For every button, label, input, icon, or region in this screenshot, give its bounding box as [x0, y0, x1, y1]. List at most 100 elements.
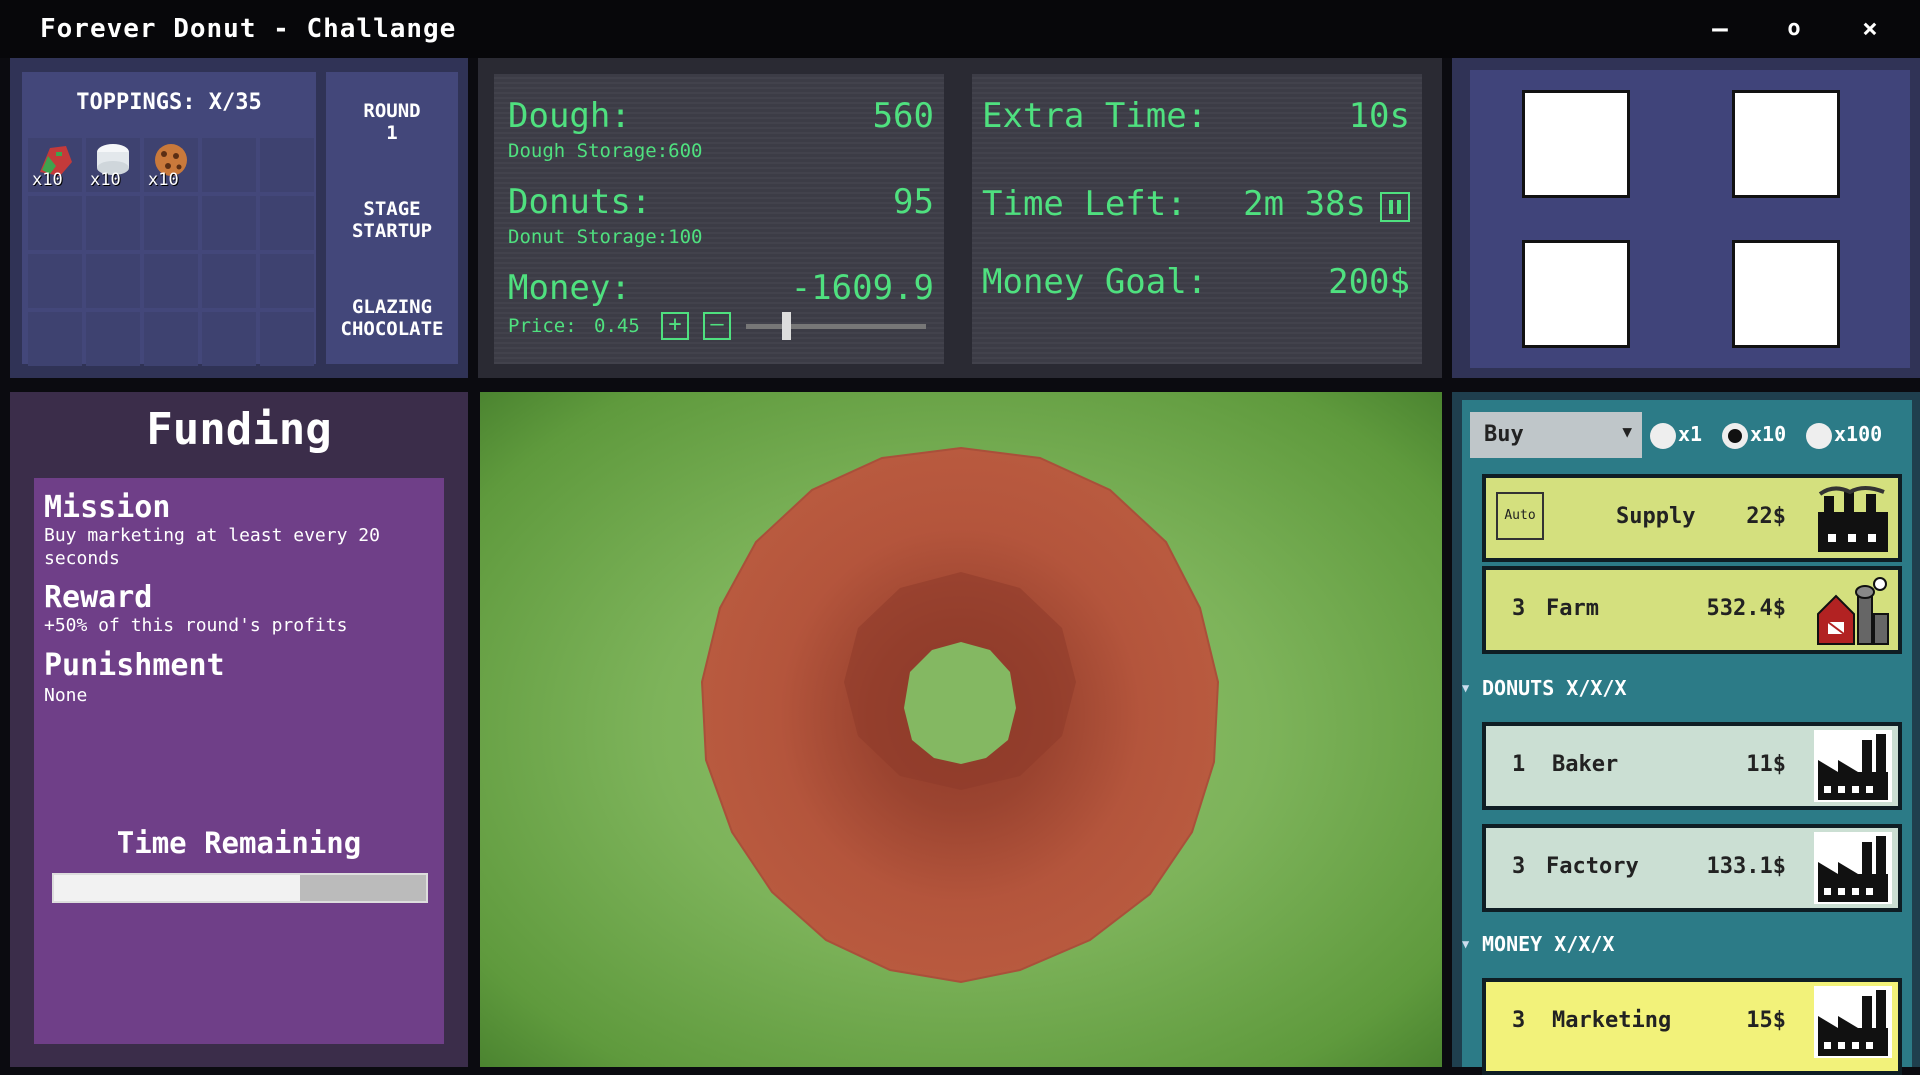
extra-time-value: 10s	[1348, 96, 1410, 136]
dough-storage: Dough Storage:600	[508, 140, 703, 162]
shop-item-supply[interactable]: Auto Supply 22$	[1482, 474, 1902, 562]
topping-slot[interactable]: x10	[28, 138, 82, 192]
shop-item-marketing[interactable]: 3 Marketing 15$	[1482, 978, 1902, 1075]
shop-item-price: 22$	[1746, 504, 1786, 529]
time-remaining-bar	[52, 873, 428, 903]
money-goal-value: 200$	[1328, 262, 1410, 302]
stage-name: STARTUP	[351, 220, 433, 242]
dough-label: Dough:	[508, 96, 631, 136]
glazing-label: GLAZING	[351, 296, 433, 318]
topping-slot[interactable]	[144, 312, 198, 366]
topping-slot[interactable]	[260, 312, 314, 366]
upgrade-slot[interactable]	[1732, 240, 1840, 348]
group-label: DONUTS X/X/X	[1482, 676, 1627, 700]
quantity-x100-radio[interactable]: x100	[1806, 422, 1882, 450]
barn-icon	[1817, 577, 1889, 645]
upgrade-slot[interactable]	[1522, 240, 1630, 348]
topping-slot[interactable]	[144, 196, 198, 250]
buy-mode-value: Buy	[1484, 422, 1524, 447]
donuts-label: Donuts:	[508, 182, 652, 222]
radio-label: x100	[1834, 422, 1883, 446]
close-button[interactable]: ×	[1850, 12, 1890, 46]
stage-label: STAGE	[363, 198, 421, 220]
auto-toggle[interactable]: Auto	[1496, 492, 1544, 540]
price-value: 0.45	[594, 315, 640, 337]
shop-item-factory[interactable]: 3 Factory 133.1$	[1482, 824, 1902, 912]
upgrade-slots	[1470, 70, 1910, 368]
minimize-button[interactable]: –	[1700, 12, 1740, 46]
topping-slot[interactable]	[202, 312, 256, 366]
shop-item-count: 1	[1512, 752, 1526, 777]
upgrade-slot[interactable]	[1522, 90, 1630, 198]
group-label: MONEY X/X/X	[1482, 932, 1615, 956]
shop-item-count: 3	[1512, 1008, 1526, 1033]
group-header-money[interactable]: ▼ MONEY X/X/X	[1460, 926, 1900, 962]
price-slider-handle[interactable]	[782, 312, 791, 340]
topping-slot[interactable]	[202, 254, 256, 308]
buy-mode-dropdown[interactable]: Buy ▼	[1470, 412, 1642, 458]
punishment-heading: Punishment	[44, 648, 225, 683]
mission-text: Buy marketing at least every 20 seconds	[44, 525, 380, 569]
upgrade-slot[interactable]	[1732, 90, 1840, 198]
topping-slot[interactable]	[202, 138, 256, 192]
window-title: Forever Donut - Challange	[40, 14, 457, 44]
topping-slot[interactable]	[260, 196, 314, 250]
toppings-header: TOPPINGS: X/35	[76, 90, 262, 115]
game-view[interactable]	[480, 392, 1442, 1067]
pause-icon[interactable]	[1380, 192, 1410, 222]
price-label: Price:	[508, 315, 577, 337]
quantity-x1-radio[interactable]: x1	[1650, 422, 1702, 450]
radio-dot-selected-icon	[1722, 422, 1748, 449]
radio-dot-icon	[1650, 422, 1676, 449]
donuts-value: 95	[893, 182, 934, 222]
shop-item-price: 532.4$	[1706, 596, 1786, 621]
price-slider[interactable]	[746, 324, 926, 329]
round-number: 1	[386, 122, 398, 144]
shop-item-name: Supply	[1616, 504, 1696, 529]
radio-label: x1	[1678, 422, 1703, 446]
maximize-button[interactable]: o	[1774, 12, 1814, 46]
round-label: ROUND	[363, 100, 421, 122]
quantity-x10-radio[interactable]: x10	[1722, 422, 1786, 450]
topping-slot[interactable]	[28, 312, 82, 366]
topping-slot[interactable]	[28, 196, 82, 250]
shop-item-count: 3	[1512, 854, 1526, 879]
topping-slot[interactable]	[260, 138, 314, 192]
mission-heading: Mission	[44, 490, 171, 525]
topping-slot[interactable]	[144, 254, 198, 308]
time-remaining-title: Time Remaining	[116, 826, 362, 860]
topping-slot[interactable]	[86, 254, 140, 308]
funding-title: Funding	[146, 404, 332, 455]
shop-item-baker[interactable]: 1 Baker 11$	[1482, 722, 1902, 810]
topping-slot[interactable]: x10	[144, 138, 198, 192]
shop-item-price: 133.1$	[1706, 854, 1786, 879]
topping-slot[interactable]: x10	[86, 138, 140, 192]
chevron-down-icon: ▼	[1462, 937, 1470, 951]
factory-icon	[1814, 730, 1892, 802]
topping-qty: x10	[32, 170, 63, 190]
shop-item-price: 15$	[1746, 1008, 1786, 1033]
reward-heading: Reward	[44, 580, 153, 615]
topping-slot[interactable]	[28, 254, 82, 308]
glazing-name: CHOCOLATE	[340, 318, 444, 340]
topping-slot[interactable]	[86, 196, 140, 250]
time-remaining-fill	[54, 875, 300, 901]
punishment-text: None	[44, 685, 88, 706]
topping-slot[interactable]	[202, 196, 256, 250]
radio-dot-icon	[1806, 422, 1832, 449]
price-decrease-button[interactable]: –	[703, 312, 731, 340]
donut-storage: Donut Storage:100	[508, 226, 703, 248]
shop-item-farm[interactable]: 3 Farm 532.4$	[1482, 566, 1902, 654]
money-value: -1609.9	[790, 268, 934, 308]
time-left-value: 2m 38s	[1243, 184, 1366, 224]
topping-slot[interactable]	[260, 254, 314, 308]
round-info: ROUND 1 STAGE STARTUP GLAZING CHOCOLATE	[326, 72, 458, 364]
topping-qty: x10	[148, 170, 179, 190]
shop-item-price: 11$	[1746, 752, 1786, 777]
price-increase-button[interactable]: +	[661, 312, 689, 340]
topping-slot[interactable]	[86, 312, 140, 366]
donut-graphic[interactable]	[480, 392, 1442, 1067]
factory-icon	[1814, 986, 1892, 1058]
dough-value: 560	[872, 96, 934, 136]
group-header-donuts[interactable]: ▼ DONUTS X/X/X	[1460, 670, 1900, 706]
